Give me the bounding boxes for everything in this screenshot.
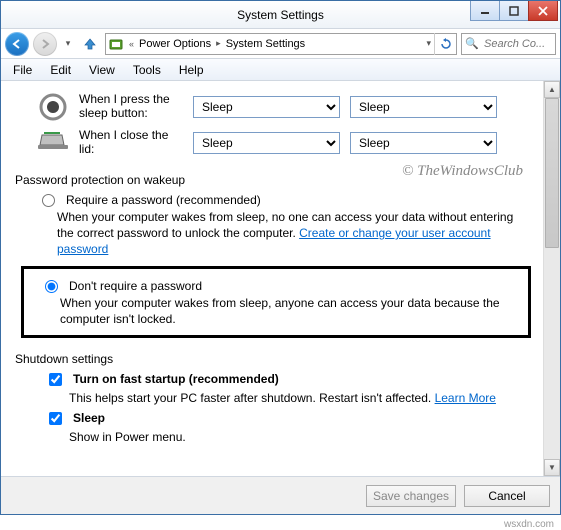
nav-back-button[interactable]	[5, 32, 29, 56]
nav-forward-button[interactable]	[33, 32, 57, 56]
breadcrumb-system-settings[interactable]: System Settings	[224, 38, 307, 50]
lid-plugged-select[interactable]: Sleep	[350, 132, 497, 154]
search-input[interactable]	[482, 37, 552, 51]
menu-file[interactable]: File	[5, 61, 40, 79]
sleep-button-battery-select[interactable]: Sleep	[193, 96, 340, 118]
search-box[interactable]: 🔍	[461, 33, 556, 55]
menu-help[interactable]: Help	[171, 61, 212, 79]
fast-startup-checkbox[interactable]	[49, 373, 62, 386]
sleep-setting-row: Sleep	[45, 411, 539, 428]
close-button[interactable]	[528, 1, 558, 21]
require-password-label: Require a password (recommended)	[66, 193, 261, 207]
nav-history-dropdown[interactable]: ▾	[61, 38, 75, 49]
cancel-button[interactable]: Cancel	[464, 485, 550, 507]
scroll-thumb[interactable]	[545, 98, 559, 248]
sleep-setting-desc: Show in Power menu.	[69, 430, 539, 444]
scroll-down-button[interactable]: ▼	[544, 459, 560, 476]
sleep-setting-label: Sleep	[73, 411, 105, 425]
sleep-button-row: When I press the sleep button: Sleep Sle…	[33, 91, 539, 123]
password-section-title: Password protection on wakeup	[15, 173, 539, 187]
system-settings-window: System Settings ▾ « Power Options ▸ Syst…	[0, 0, 561, 515]
menu-tools[interactable]: Tools	[125, 61, 169, 79]
address-dropdown[interactable]: ▾	[423, 38, 434, 49]
breadcrumb-root-chevron[interactable]: «	[126, 39, 137, 49]
lid-battery-select[interactable]: Sleep	[193, 132, 340, 154]
nav-up-button[interactable]	[79, 33, 101, 55]
learn-more-link[interactable]: Learn More	[435, 391, 496, 405]
address-bar[interactable]: « Power Options ▸ System Settings ▾	[105, 33, 457, 55]
lid-label: When I close the lid:	[79, 129, 183, 157]
fast-startup-row: Turn on fast startup (recommended)	[45, 372, 539, 389]
fast-startup-desc: This helps start your PC faster after sh…	[69, 391, 539, 405]
dont-require-password-desc: When your computer wakes from sleep, any…	[60, 295, 510, 327]
require-password-radio-row: Require a password (recommended)	[37, 193, 539, 207]
dont-require-password-radio-row: Don't require a password	[40, 279, 524, 293]
maximize-button[interactable]	[499, 1, 529, 21]
breadcrumb-power-options[interactable]: Power Options	[137, 38, 213, 50]
require-password-radio[interactable]	[42, 194, 55, 207]
require-password-desc: When your computer wakes from sleep, no …	[57, 209, 527, 258]
menu-view[interactable]: View	[81, 61, 123, 79]
minimize-button[interactable]	[470, 1, 500, 21]
laptop-lid-icon	[37, 127, 69, 159]
menu-bar: File Edit View Tools Help	[1, 59, 560, 81]
dont-require-highlight: Don't require a password When your compu…	[21, 266, 531, 338]
attribution: wsxdn.com	[504, 519, 554, 530]
sleep-setting-checkbox[interactable]	[49, 412, 62, 425]
navigation-bar: ▾ « Power Options ▸ System Settings ▾ 🔍	[1, 29, 560, 59]
sleep-button-label: When I press the sleep button:	[79, 93, 183, 121]
vertical-scrollbar[interactable]: ▲ ▼	[543, 81, 560, 476]
fast-startup-label: Turn on fast startup (recommended)	[73, 372, 279, 386]
lid-row: When I close the lid: Sleep Sleep	[33, 127, 539, 159]
bottom-bar: Save changes Cancel	[1, 476, 560, 514]
dont-require-password-label: Don't require a password	[69, 279, 202, 293]
save-changes-button[interactable]: Save changes	[366, 485, 456, 507]
search-icon: 🔍	[462, 37, 482, 50]
content-area: © TheWindowsClub When I press the sleep …	[1, 81, 543, 476]
chevron-right-icon[interactable]: ▸	[213, 38, 224, 49]
sleep-button-plugged-select[interactable]: Sleep	[350, 96, 497, 118]
scroll-up-button[interactable]: ▲	[544, 81, 560, 98]
titlebar[interactable]: System Settings	[1, 1, 560, 29]
menu-edit[interactable]: Edit	[42, 61, 79, 79]
window-controls	[471, 1, 558, 21]
control-panel-icon	[106, 34, 126, 54]
dont-require-password-radio[interactable]	[45, 280, 58, 293]
refresh-button[interactable]	[434, 33, 456, 55]
sleep-button-icon	[37, 91, 69, 123]
shutdown-section-title: Shutdown settings	[15, 352, 539, 366]
